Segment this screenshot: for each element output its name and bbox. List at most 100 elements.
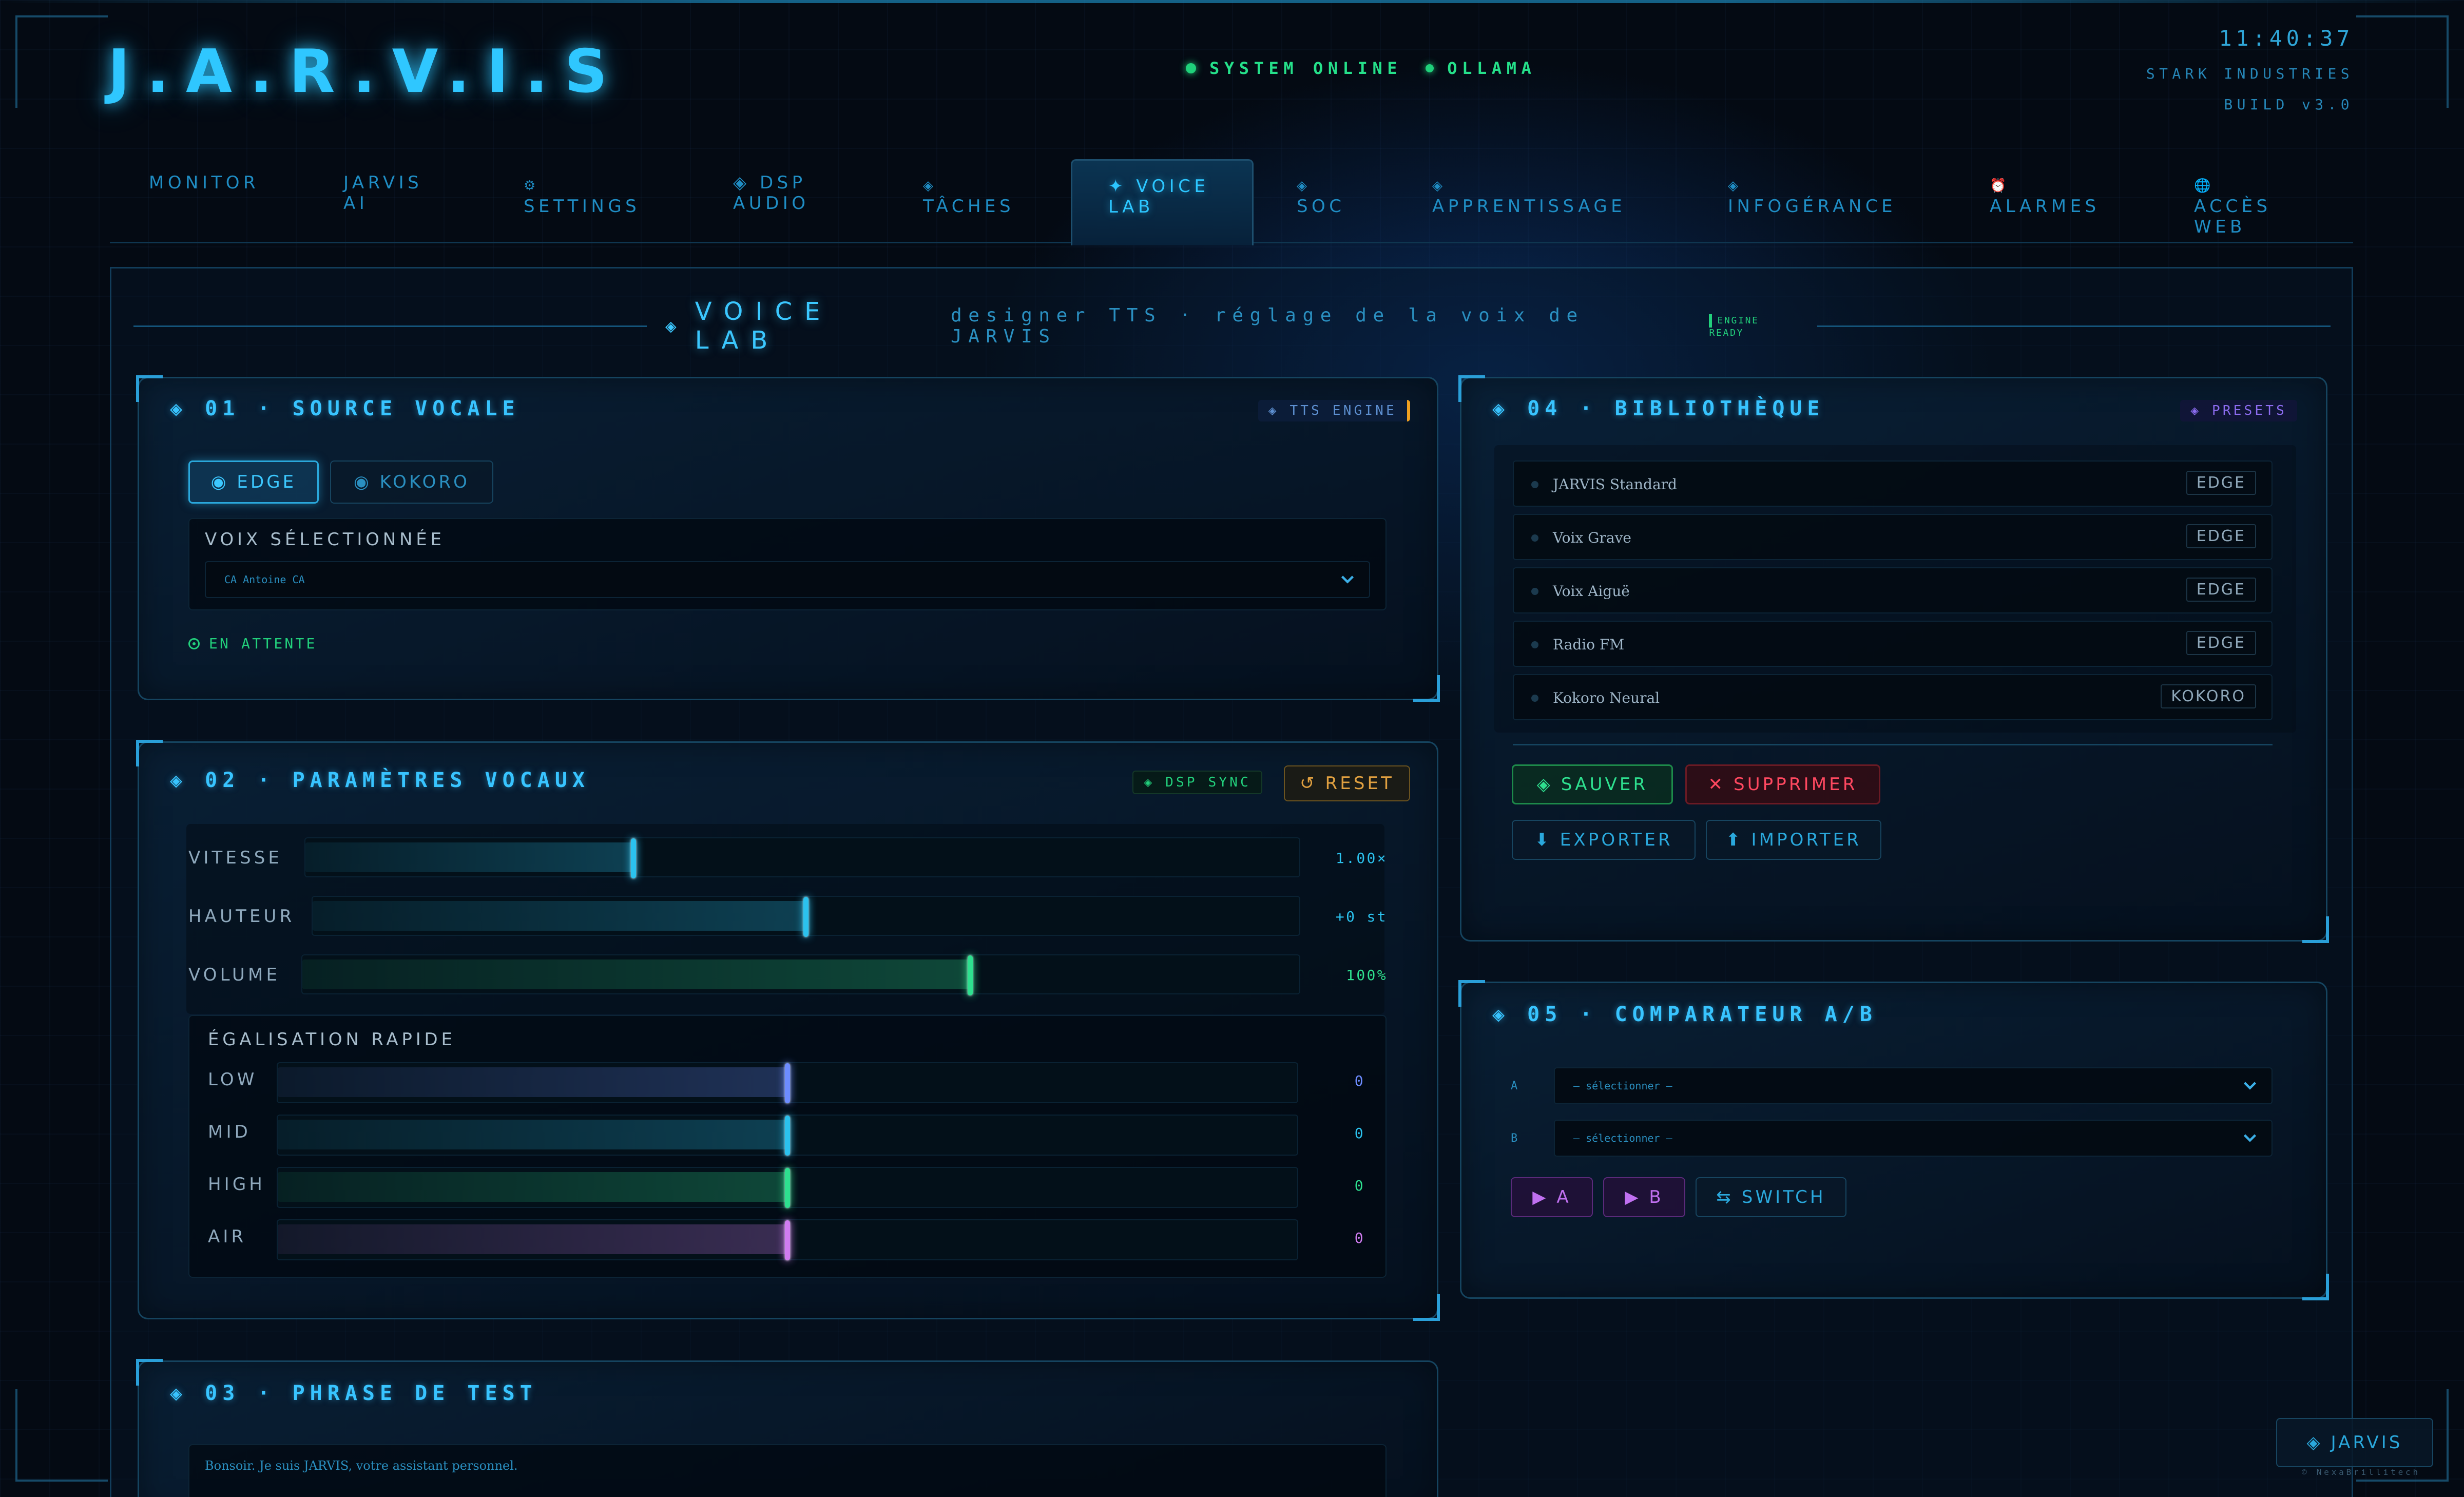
engine-kokoro-button[interactable]: ◉ KOKORO: [330, 460, 493, 504]
eq-label: AIR: [208, 1226, 247, 1247]
voice-selector-box: VOIX SÉLECTIONNÉE CA Antoine CA: [188, 518, 1387, 610]
slider-handle[interactable]: [785, 1168, 790, 1208]
slider-handle[interactable]: [785, 1063, 790, 1103]
tab-label: SOC: [1297, 196, 1345, 217]
voice-label: VOIX SÉLECTIONNÉE: [205, 529, 445, 550]
voice-state: EN ATTENTE: [188, 635, 317, 652]
preset-engine-tag: EDGE: [2186, 578, 2256, 602]
slider-fill: [302, 959, 971, 989]
tab-label: JARVIS AI: [343, 172, 423, 214]
header-divider: [133, 325, 647, 327]
select-placeholder: — sélectionner —: [1573, 1080, 1672, 1092]
clock: 11:40:37: [2219, 26, 2354, 51]
preset-name: JARVIS Standard: [1553, 476, 1677, 493]
switch-button[interactable]: ⇆ SWITCH: [1696, 1177, 1846, 1217]
preset-engine-tag: KOKORO: [2161, 684, 2256, 708]
slider-handle[interactable]: [630, 838, 636, 878]
spark-icon: ✦: [1108, 176, 1127, 197]
diamond-icon: ◈: [923, 178, 937, 194]
diamond-icon: ◈: [1432, 178, 1447, 194]
eq-value: 0: [1354, 1125, 1365, 1142]
eq-value: 0: [1354, 1177, 1365, 1194]
tab-voice-lab[interactable]: ✦ VOICE LAB: [1071, 159, 1254, 245]
eq-value: 0: [1354, 1072, 1365, 1089]
preset-item[interactable]: Radio FM EDGE: [1513, 621, 2273, 667]
voice-select[interactable]: CA Antoine CA: [205, 561, 1370, 598]
tab-apprentissage[interactable]: ◈ APPRENTISSAGE: [1432, 176, 1626, 217]
engine-edge-button[interactable]: ◉ EDGE: [188, 460, 319, 504]
frame-corner: [15, 15, 108, 108]
preset-item[interactable]: JARVIS Standard EDGE: [1513, 460, 2273, 507]
preset-engine-tag: EDGE: [2186, 524, 2256, 548]
slider-fill: [313, 901, 806, 931]
panel-corner: [136, 1359, 163, 1386]
page-subtitle: designer TTS · réglage de la voix de JAR…: [950, 305, 1584, 347]
slider-fill: [278, 1172, 787, 1202]
eq-slider-low[interactable]: [277, 1062, 1298, 1103]
slider-volume[interactable]: [301, 954, 1300, 995]
compare-select-b[interactable]: — sélectionner —: [1554, 1120, 2273, 1157]
frame-corner: [15, 1389, 108, 1482]
eq-slider-air[interactable]: [277, 1219, 1298, 1260]
panel-source-vocale: ◈ 01 · SOURCE VOCALE ◈ TTS ENGINE ◉ EDGE…: [136, 375, 1440, 702]
tab-jarvis-ai[interactable]: JARVIS AI: [343, 172, 456, 214]
panel-corner: [136, 740, 163, 766]
panel-corner: [2302, 916, 2329, 943]
panel-corner: [1458, 980, 1485, 1007]
preset-dot-icon: [1531, 588, 1538, 595]
panel-phrase-de-test: ◈ 03 · PHRASE DE TEST Bonsoir. Je suis J…: [136, 1359, 1438, 1497]
reset-button[interactable]: ↺ RESET: [1284, 765, 1410, 801]
play-a-button[interactable]: ▶ A: [1511, 1177, 1593, 1217]
chevron-down-icon: [2243, 1134, 2257, 1142]
preset-item[interactable]: Voix Grave EDGE: [1513, 514, 2273, 560]
company-info: STARK INDUSTRIES BUILD v3.0: [2146, 59, 2354, 120]
diamond-icon: ◈: [170, 769, 205, 792]
eq-slider-high[interactable]: [277, 1167, 1298, 1208]
slider-handle[interactable]: [785, 1116, 790, 1156]
tab-dsp-audio[interactable]: ◈ DSP AUDIO: [733, 172, 836, 214]
slider-handle[interactable]: [785, 1220, 790, 1260]
import-button[interactable]: ⬆ IMPORTER: [1706, 820, 1881, 860]
preset-dot-icon: [1531, 641, 1538, 648]
slider-handle[interactable]: [803, 897, 808, 937]
tab-settings[interactable]: ⚙ SETTINGS: [524, 176, 640, 217]
save-button[interactable]: ◈ SAUVER: [1512, 764, 1673, 804]
chevron-down-icon: [1341, 575, 1354, 584]
preset-item[interactable]: Kokoro Neural KOKORO: [1513, 674, 2273, 720]
tab-taches[interactable]: ◈ TÂCHES: [923, 176, 1014, 217]
preset-name: Voix Aiguë: [1553, 583, 1630, 600]
eq-box: ÉGALISATION RAPIDE LOW 0 MID 0 HIGH 0 AI…: [188, 1015, 1387, 1278]
preset-engine-tag: EDGE: [2186, 471, 2256, 495]
test-phrase-textarea[interactable]: Bonsoir. Je suis JARVIS, votre assistant…: [188, 1444, 1387, 1497]
dsp-sync-badge: ◈ DSP SYNC: [1132, 771, 1262, 794]
divider: [1513, 744, 2273, 745]
page-title: VOICE LAB: [695, 297, 833, 355]
compare-select-a[interactable]: — sélectionner —: [1554, 1067, 2273, 1104]
tab-label: SETTINGS: [524, 196, 641, 217]
company-name: STARK INDUSTRIES: [2146, 65, 2354, 82]
slider-vitesse[interactable]: [304, 837, 1300, 878]
slider-handle[interactable]: [968, 955, 973, 995]
slider-label: VITESSE: [188, 848, 283, 868]
tab-monitor[interactable]: MONITOR: [149, 172, 259, 193]
panel-title-text: 02 · PARAMÈTRES VOCAUX: [205, 769, 590, 792]
tab-alarmes[interactable]: ⏰ ALARMES: [1990, 176, 2100, 217]
preset-item[interactable]: Voix Aiguë EDGE: [1513, 567, 2273, 613]
app-logo: J.A.R.V.I.S: [108, 37, 624, 106]
export-button[interactable]: ⬇ EXPORTER: [1512, 820, 1696, 860]
panel-title: ◈ 04 · BIBLIOTHÈQUE: [1492, 397, 1825, 420]
slider-hauteur[interactable]: [312, 896, 1300, 937]
slider-value: +0 st: [1335, 908, 1388, 925]
preset-dot-icon: [1531, 534, 1538, 542]
diamond-icon: ◈: [1297, 178, 1311, 194]
eq-slider-mid[interactable]: [277, 1115, 1298, 1156]
tab-infogerance[interactable]: ◈ INFOGÉRANCE: [1728, 176, 1896, 217]
tab-soc[interactable]: ◈ SOC: [1297, 176, 1345, 217]
delete-button[interactable]: ✕ SUPPRIMER: [1685, 764, 1880, 804]
slider-value: 1.00×: [1335, 850, 1388, 867]
tab-acces-web[interactable]: 🌐 ACCÈS WEB: [2194, 176, 2297, 237]
status-system-text: SYSTEM ONLINE: [1209, 59, 1402, 78]
jarvis-footer-button[interactable]: ◈ JARVIS: [2276, 1418, 2433, 1467]
play-b-button[interactable]: ▶ B: [1603, 1177, 1685, 1217]
diamond-icon: ◈: [170, 397, 205, 420]
